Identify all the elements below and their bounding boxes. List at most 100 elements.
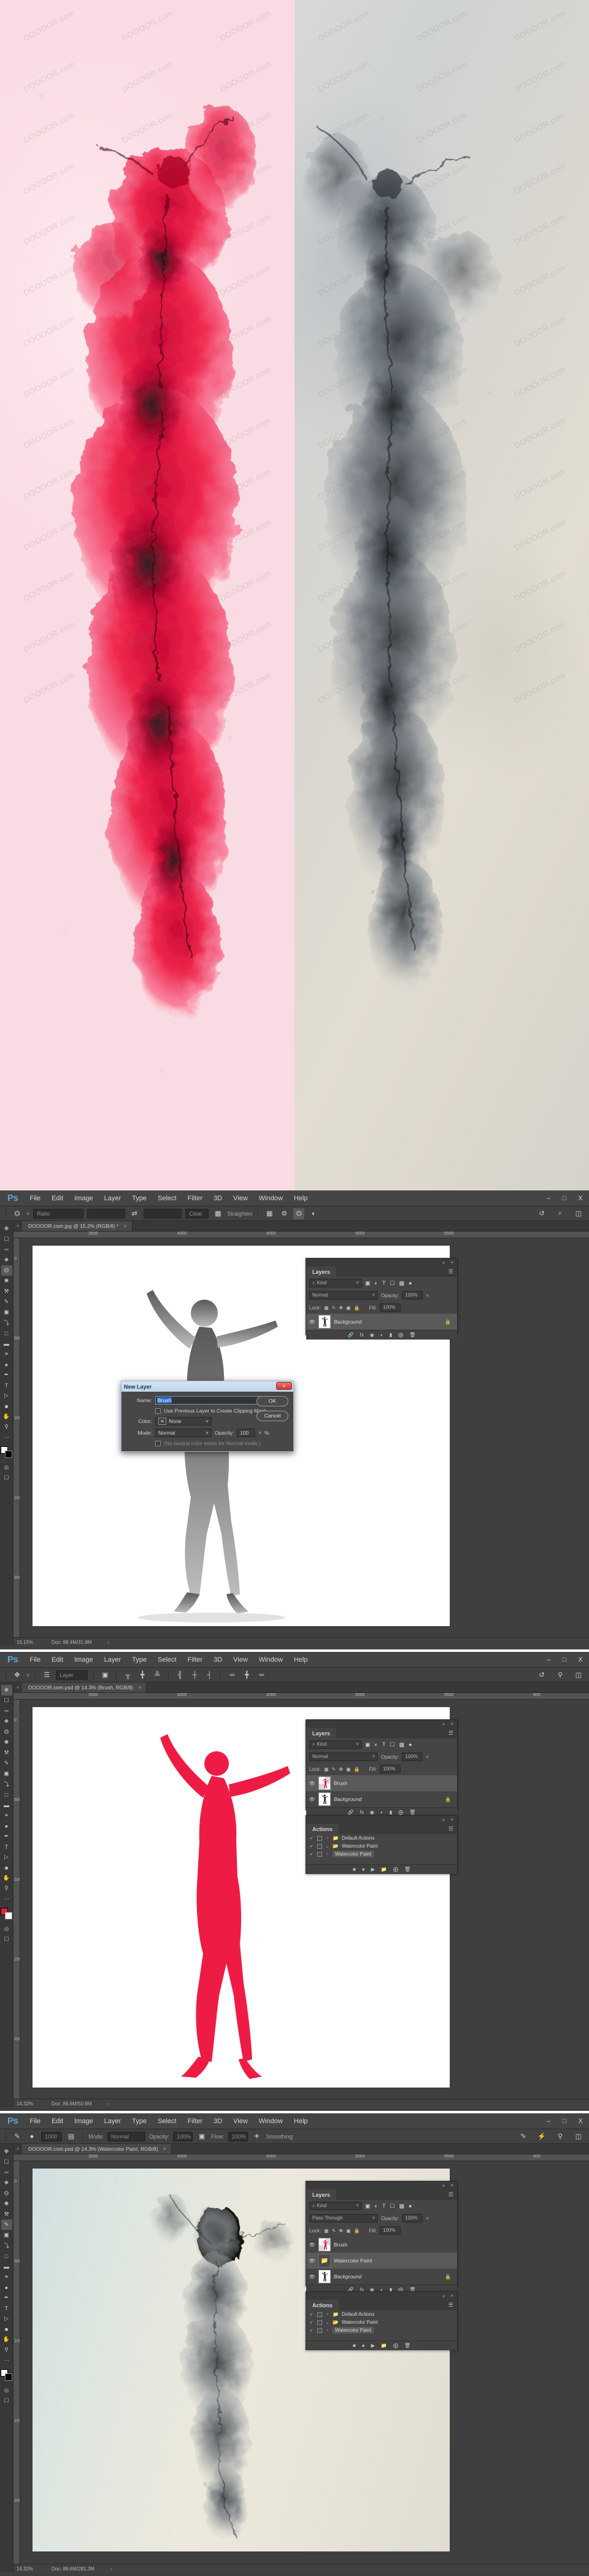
tool-gradient-icon[interactable]: ▬ — [1, 1800, 12, 1810]
tool-gradient-icon[interactable]: ▬ — [1, 1338, 12, 1349]
layer-filter-icons-1[interactable]: ▣ ◐ T ☐ ▩ ● — [365, 1280, 412, 1287]
tool-brush-icon[interactable]: ✎ — [1, 2219, 12, 2230]
table-row[interactable]: 👁 Brush — [306, 1775, 457, 1791]
mask-icon[interactable]: ◉ — [370, 1332, 374, 1338]
tool-marquee-icon[interactable]: ☐ — [1, 2157, 12, 2167]
record-icon[interactable]: ● — [362, 2343, 365, 2348]
tool-quick-select-icon[interactable]: ❖ — [1, 2178, 12, 2188]
new-action-icon[interactable]: ⨁ — [393, 2343, 398, 2348]
content-aware-icon[interactable]: ◐ — [308, 1208, 319, 1219]
actions-panel-2[interactable]: « × Actions ☰ ✓ › 📁 Default Actions ✓ ⌄ … — [306, 1815, 458, 1874]
document-tab-bar-2[interactable]: » DOOOOR.com.psd @ 14.3% (Brush, RGB/8) … — [13, 1683, 589, 1693]
align-bottom-icon[interactable]: ╩ — [152, 1670, 163, 1681]
menu-view[interactable]: View — [228, 1656, 253, 1664]
chevron-down-icon[interactable]: ˅ — [372, 1292, 375, 1299]
status-expand-icon[interactable]: › — [91, 1640, 109, 1645]
tab-layers[interactable]: Layers — [306, 2189, 337, 2200]
opacity-stepper-icon[interactable]: ˅ — [426, 1293, 429, 1298]
layers-panel-tabs-1[interactable]: Layers ☰ — [306, 1267, 457, 1277]
close-icon[interactable]: × — [450, 2183, 453, 2188]
opacity-value[interactable]: 100% — [402, 2214, 423, 2223]
align-top-icon[interactable]: ╥ — [122, 1670, 133, 1681]
panel-menu-icon[interactable]: ☰ — [448, 1826, 453, 1832]
layer-name[interactable]: Background — [334, 2273, 361, 2280]
tool-shape-icon[interactable]: ■ — [1, 1401, 12, 1411]
tab-actions[interactable]: Actions — [306, 2300, 339, 2310]
close-icon[interactable]: x — [276, 1382, 292, 1390]
document-tab-bar-3[interactable]: » DOOOOR.com.psd @ 14.3% (Watercolor Pai… — [13, 2144, 589, 2154]
table-row[interactable]: 👁 📁 Watercolor Paint — [306, 2253, 457, 2269]
tool-more-icon[interactable]: ⋯ — [1, 2355, 12, 2366]
menu-image[interactable]: Image — [69, 1656, 99, 1664]
blend-opacity-row-1[interactable]: Normal ˅ Opacity: 100% ˅ — [306, 1289, 457, 1301]
lock-all-icon[interactable]: 🔒 — [354, 1305, 360, 1311]
tool-healing-icon[interactable]: ⚒ — [1, 1748, 12, 1758]
play-icon[interactable]: ▶ — [371, 1867, 375, 1872]
actions-panel-footer-3[interactable]: ■ ● ▶ 📁 ⨁ 🗑 — [306, 2340, 457, 2350]
menu-view[interactable]: View — [228, 2118, 253, 2125]
chevron-down-icon[interactable]: ˅ — [356, 1741, 359, 1748]
maximize-button[interactable]: □ — [560, 1195, 569, 1202]
new-set-icon[interactable]: 📁 — [381, 2343, 387, 2348]
tool-brush-icon[interactable]: ✎ — [1, 1297, 12, 1307]
close-icon[interactable]: × — [450, 1817, 453, 1822]
tool-blur-icon[interactable]: ⚭ — [1, 1810, 12, 1821]
action-dialog-toggle[interactable] — [317, 2320, 322, 2325]
layers-filter-row-3[interactable]: ⌕ Kind ˅ ▣ ◐ T ☐ ▩ ● — [306, 2200, 457, 2212]
close-icon[interactable]: × — [163, 2146, 166, 2152]
blend-opacity-row-3[interactable]: Pass Through ˅ Opacity: 100% ˅ — [306, 2212, 457, 2224]
menu-3d[interactable]: 3D — [208, 1195, 228, 1202]
quick-mask-icon[interactable]: ◎ — [1, 2385, 12, 2396]
lock-transparency-icon[interactable]: ▦ — [324, 1767, 329, 1772]
action-enabled-check[interactable]: ✓ — [309, 2320, 314, 2325]
fill-value[interactable]: 100% — [380, 2226, 401, 2235]
layer-thumbnail-background[interactable] — [318, 1315, 331, 1328]
status-expand-icon[interactable]: › — [91, 2101, 109, 2107]
lock-all-icon[interactable]: 🔒 — [354, 2228, 360, 2234]
action-dialog-toggle[interactable] — [317, 2327, 322, 2333]
chevron-down-icon[interactable]: ⌄ — [325, 2320, 329, 2325]
chevron-down-icon[interactable]: ˅ — [356, 2202, 359, 2210]
tool-pen-icon[interactable]: ✒ — [1, 2293, 12, 2303]
zoom-level[interactable]: 14.32% — [13, 2101, 43, 2107]
tool-healing-icon[interactable]: ⚒ — [1, 1286, 12, 1297]
brush-flow-input[interactable]: 100% — [228, 2131, 248, 2142]
tools-panel-3[interactable]: ✥ ☐ ∾ ❖ ⏣ ✺ ⚒ ✎ ▣ ⤵ □ ▬ ⚭ ● ✒ T ▷ ■ ✋ ⚲ … — [0, 2144, 13, 2572]
options-right-group[interactable]: ↺ ⌕ ◫ — [536, 1208, 584, 1219]
tool-eraser-icon[interactable]: □ — [1, 1789, 12, 1800]
tablet-pressure-icon[interactable]: ✎ — [518, 2131, 529, 2142]
tool-quick-select-icon[interactable]: ❖ — [1, 1716, 12, 1727]
maximize-button[interactable]: □ — [560, 2118, 569, 2125]
lock-fill-row-2[interactable]: Lock: ▦ ✎ ✥ ▣ 🔒 Fill: 100% — [306, 1763, 457, 1775]
type-filter-icon[interactable]: T — [382, 1741, 386, 1748]
document-tab-3[interactable]: DOOOOR.com.psd @ 14.3% (Watercolor Paint… — [22, 2144, 172, 2154]
layer-name[interactable]: Background — [334, 1319, 361, 1325]
lock-fill-row-3[interactable]: Lock: ▦ ✎ ✥ ▣ 🔒 Fill: 100% — [306, 2224, 457, 2237]
lock-image-icon[interactable]: ✎ — [332, 1767, 336, 1772]
delete-icon[interactable]: 🗑 — [409, 1810, 415, 1815]
smart-object-filter-icon[interactable]: ▩ — [399, 1741, 405, 1748]
tool-move-icon[interactable]: ✥ — [1, 1685, 12, 1695]
clear-button[interactable]: Clear — [185, 1208, 209, 1219]
stop-icon[interactable]: ■ — [353, 2343, 356, 2348]
quick-mask-icon[interactable]: ◎ — [1, 1924, 12, 1934]
layer-thumbnail-background[interactable] — [318, 1792, 331, 1806]
new-action-icon[interactable]: ⨁ — [393, 1867, 398, 1872]
lock-fill-row-1[interactable]: Lock: ▦ ✎ ✥ ▣ 🔒 Fill: 100% — [306, 1301, 457, 1314]
tool-lasso-icon[interactable]: ∾ — [1, 2167, 12, 2178]
menu-layer[interactable]: Layer — [99, 2118, 127, 2125]
expand-panels-icon[interactable]: » — [13, 1221, 22, 1231]
actions-panel-footer-2[interactable]: ■ ● ▶ 📁 ⨁ 🗑 — [306, 1864, 457, 1874]
straighten-icon[interactable]: ▩ — [212, 1208, 223, 1219]
table-row[interactable]: 👁 Brush — [306, 2237, 457, 2253]
list-item[interactable]: ✓ ⌄ 📂 Watercolor Paint — [306, 1842, 457, 1850]
menu-bar-1[interactable]: Ps File Edit Image Layer Type Select Fil… — [0, 1190, 589, 1206]
overlay-grid-icon[interactable]: ▦ — [264, 1208, 275, 1219]
layer-visibility-icon[interactable]: 👁 — [309, 1797, 315, 1802]
status-bar-1[interactable]: 15.15% Doc: 88.4M/31.9M › — [13, 1637, 589, 1646]
chevron-right-icon[interactable]: › — [325, 1852, 329, 1856]
layers-panel-tabs-2[interactable]: Layers ☰ — [306, 1728, 457, 1738]
close-button[interactable]: X — [576, 1656, 585, 1664]
adjustment-icon[interactable]: ◐ — [380, 1332, 383, 1338]
options-right-group-3[interactable]: ✎ ⚡ ⚲ ◫ — [518, 2131, 584, 2142]
